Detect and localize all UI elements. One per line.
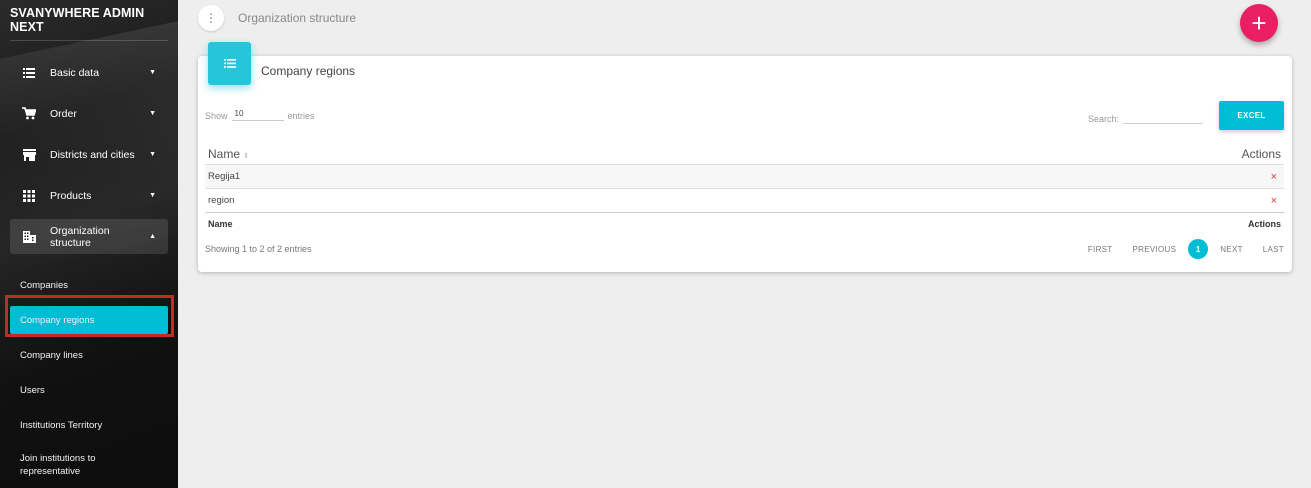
excel-export-button[interactable]: EXCEL	[1219, 101, 1284, 130]
pagination-last[interactable]: LAST	[1263, 245, 1284, 254]
sidebar-item-label: Districts and cities	[50, 148, 135, 161]
pagination-next[interactable]: NEXT	[1220, 245, 1243, 254]
column-header-name[interactable]: Name ⇕	[208, 147, 249, 161]
table-info: Showing 1 to 2 of 2 entries	[205, 244, 312, 254]
table-header: Name ⇕ Actions	[205, 144, 1284, 164]
delete-icon[interactable]: ×	[1271, 171, 1277, 183]
pagination: FIRST PREVIOUS 1 NEXT LAST	[1068, 239, 1284, 259]
sidebar-item-label: Products	[50, 189, 92, 202]
sidebar-subitem-institutions-territory[interactable]: Institutions Territory	[0, 408, 178, 443]
sidebar-menu: Basic data ▼ Order ▼ Districts and citie…	[0, 55, 178, 254]
vertical-dots-icon[interactable]: ⋮	[198, 5, 224, 31]
cell-name: Regija1	[208, 171, 241, 182]
page-length-control: Show 10 entries	[205, 109, 315, 121]
pagination-first[interactable]: FIRST	[1088, 245, 1113, 254]
selection-highlight	[5, 295, 174, 337]
table-info-row: Showing 1 to 2 of 2 entries FIRST PREVIO…	[205, 239, 1284, 259]
search-control: Search:	[1088, 112, 1204, 124]
sidebar-item-label: Order	[50, 107, 77, 120]
sidebar-item-organization-structure[interactable]: Organization structure ▲	[10, 219, 168, 254]
sidebar-item-basic-data[interactable]: Basic data ▼	[10, 55, 168, 90]
caret-down-icon: ▼	[149, 192, 156, 199]
sidebar-item-label: Basic data	[50, 66, 100, 79]
cart-icon	[22, 107, 36, 121]
building-icon	[22, 230, 36, 244]
sidebar-item-label: Organization structure	[50, 224, 110, 249]
entries-label: entries	[287, 111, 315, 121]
plus-icon: +	[1251, 7, 1267, 38]
pagination-previous[interactable]: PREVIOUS	[1132, 245, 1176, 254]
page-length-select[interactable]: 10	[231, 109, 284, 121]
sidebar-subitem-join-institutions[interactable]: Join institutions to representative	[0, 443, 178, 487]
footer-actions: Actions	[1247, 218, 1281, 229]
caret-down-icon: ▼	[149, 110, 156, 117]
table-row: Regija1 ×	[205, 164, 1284, 188]
sidebar-item-order[interactable]: Order ▼	[10, 96, 168, 131]
sidebar-subitem-users[interactable]: Users	[0, 373, 178, 408]
caret-down-icon: ▼	[149, 151, 156, 158]
app-brand: SVANYWHERE ADMIN NEXT	[10, 0, 168, 41]
pagination-page-1[interactable]: 1	[1188, 239, 1209, 259]
list-icon	[22, 66, 36, 80]
cell-name: region	[208, 195, 235, 206]
list-icon	[208, 42, 251, 85]
footer-name: Name	[208, 218, 233, 229]
table-row: region ×	[205, 188, 1284, 212]
caret-up-icon: ▲	[149, 233, 156, 240]
regions-table: Name ⇕ Actions Regija1 × region × Name Ac…	[205, 144, 1284, 234]
search-label: Search:	[1088, 114, 1120, 124]
table-footer: Name Actions	[205, 212, 1284, 234]
search-input[interactable]	[1123, 112, 1204, 124]
sidebar: SVANYWHERE ADMIN NEXT Basic data ▼ Order…	[0, 0, 178, 488]
page-title: Organization structure	[238, 11, 357, 25]
company-regions-card: Company regions Show 10 entries Search: …	[198, 42, 1292, 272]
topbar: ⋮ Organization structure	[198, 4, 356, 32]
sidebar-item-products[interactable]: Products ▼	[10, 178, 168, 213]
caret-down-icon: ▼	[149, 69, 156, 76]
card-title: Company regions	[261, 64, 356, 78]
store-icon	[22, 148, 36, 162]
delete-icon[interactable]: ×	[1271, 195, 1277, 207]
sort-icon: ⇕	[243, 153, 249, 160]
show-label: Show	[205, 111, 228, 121]
sidebar-subitem-company-lines[interactable]: Company lines	[0, 338, 178, 373]
sidebar-item-districts-and-cities[interactable]: Districts and cities ▼	[10, 137, 168, 172]
column-header-actions: Actions	[1241, 147, 1281, 161]
grid-icon	[22, 189, 36, 203]
add-button[interactable]: +	[1240, 4, 1278, 42]
